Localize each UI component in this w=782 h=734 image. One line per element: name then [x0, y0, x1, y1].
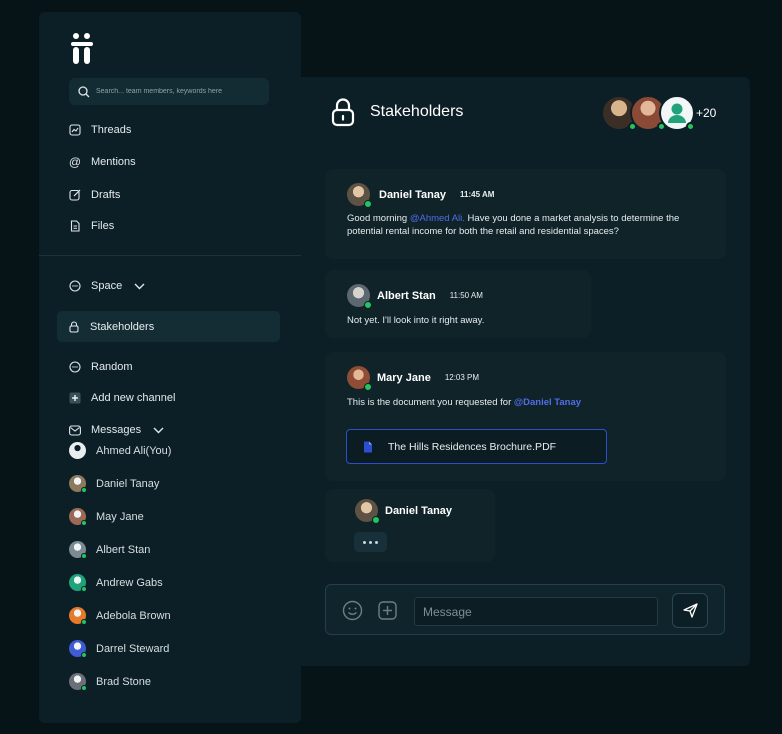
nav-threads[interactable]: Threads [69, 121, 131, 139]
dm-name: Brad Stone [96, 675, 152, 688]
nav-drafts[interactable]: Drafts [69, 186, 120, 204]
nav-mentions-label: Mentions [91, 156, 136, 168]
dm-name: Andrew Gabs [96, 576, 163, 589]
avatar [355, 499, 380, 524]
dm-item[interactable]: Adebola Brown [69, 607, 171, 625]
avatar [659, 95, 695, 131]
send-button[interactable] [672, 593, 708, 628]
dm-name: Darrel Steward [96, 642, 170, 655]
avatar [69, 475, 87, 493]
messages-toggle[interactable]: Messages [69, 421, 164, 439]
avatar [69, 442, 86, 459]
mention-link[interactable]: @Daniel Tanay [514, 397, 581, 408]
message: Albert Stan 11:50 AM Not yet. I'll look … [325, 270, 591, 338]
dm-item[interactable]: Darrel Steward [69, 640, 170, 658]
sidebar-divider [39, 255, 301, 256]
nav-drafts-label: Drafts [91, 189, 121, 201]
space-toggle[interactable]: Space [69, 277, 145, 295]
dm-item[interactable]: Brad Stone [69, 673, 152, 691]
mention-link[interactable]: @Ahmed Ali. [410, 213, 465, 224]
nav-files-label: Files [91, 220, 115, 232]
message-composer [325, 584, 725, 635]
dm-name: Adebola Brown [96, 609, 171, 622]
avatar [347, 183, 372, 208]
avatar [69, 541, 87, 559]
message: Daniel Tanay 11:45 AM Good morning @Ahme… [325, 169, 726, 259]
avatar [69, 508, 87, 526]
dm-name: Daniel Tanay [96, 477, 160, 490]
avatar [347, 366, 372, 391]
channel-title: Stakeholders [370, 103, 464, 120]
message-author: Albert Stan [377, 289, 436, 302]
add-channel-button[interactable]: Add new channel [69, 389, 175, 407]
dm-item[interactable]: Ahmed Ali(You) [69, 442, 171, 459]
message-time: 12:03 PM [444, 373, 480, 382]
typing-author: Daniel Tanay [385, 504, 453, 517]
add-channel-label: Add new channel [91, 392, 176, 404]
channel-random[interactable]: Random [69, 358, 133, 376]
nav-files[interactable]: Files [69, 217, 114, 235]
dm-name: May Jane [96, 510, 144, 523]
message-author: Daniel Tanay [379, 188, 447, 201]
attachment-file[interactable]: The Hills Residences Brochure.PDF [346, 429, 607, 464]
file-icon [69, 220, 81, 232]
dm-item[interactable]: May Jane [69, 508, 144, 526]
channel-random-label: Random [91, 361, 133, 373]
avatar [69, 673, 87, 691]
search-icon [78, 85, 90, 97]
message-text: This is the document you requested for @… [347, 396, 717, 409]
typing-indicator: Daniel Tanay [325, 489, 495, 562]
message-text-part: This is the document you requested for [347, 397, 514, 408]
message-text-part: Good morning [347, 213, 410, 224]
nav-mentions[interactable]: @ Mentions [69, 153, 136, 171]
lock-icon [68, 320, 80, 333]
space-label: Space [91, 280, 123, 292]
nav-threads-label: Threads [91, 124, 132, 136]
plus-square-icon [69, 392, 81, 404]
attachment-name: The Hills Residences Brochure.PDF [388, 440, 557, 453]
emoji-icon[interactable] [342, 600, 363, 621]
avatar [69, 574, 87, 592]
chat-bubble-icon [69, 280, 81, 292]
message-text: Good morning @Ahmed Ali. Have you done a… [347, 212, 717, 238]
at-icon: @ [68, 155, 82, 169]
avatar [347, 284, 372, 309]
member-avatars[interactable]: +20 [601, 95, 721, 133]
lock-icon [331, 98, 355, 127]
mail-icon [69, 424, 81, 436]
document-icon [364, 441, 372, 452]
members-more-count: +20 [696, 106, 717, 120]
draft-icon [69, 189, 81, 201]
avatar [69, 607, 87, 625]
message: Mary Jane 12:03 PM This is the document … [325, 352, 726, 481]
message-time: 11:50 AM [449, 291, 483, 300]
dm-name: Ahmed Ali(You) [96, 444, 172, 457]
chevron-down-icon [134, 283, 145, 289]
dm-item[interactable]: Albert Stan [69, 541, 151, 559]
add-attachment-icon[interactable] [378, 601, 397, 620]
message-text: Not yet. I'll look into it right away. [347, 315, 485, 326]
chat-panel: Stakeholders +20 Daniel Tanay 11:45 AM G… [301, 77, 750, 666]
send-icon [682, 603, 698, 618]
typing-dots [354, 532, 387, 552]
dm-item[interactable]: Daniel Tanay [69, 475, 160, 493]
dm-item[interactable]: Andrew Gabs [69, 574, 163, 592]
search-input[interactable] [96, 88, 266, 95]
app-logo[interactable] [69, 32, 95, 66]
message-author: Mary Jane [377, 371, 431, 384]
channel-stakeholders-label: Stakeholders [90, 320, 155, 333]
dm-name: Albert Stan [96, 543, 151, 556]
search-box [69, 78, 269, 105]
avatar [69, 640, 87, 658]
chat-bubble-icon [69, 361, 81, 373]
chevron-down-icon [153, 427, 164, 433]
sidebar: Threads @ Mentions Drafts Files Space St… [39, 12, 301, 723]
messages-label: Messages [91, 424, 142, 436]
threads-icon [69, 124, 81, 136]
message-input[interactable] [414, 597, 658, 626]
channel-stakeholders[interactable]: Stakeholders [57, 311, 280, 342]
message-time: 11:45 AM [460, 190, 495, 199]
